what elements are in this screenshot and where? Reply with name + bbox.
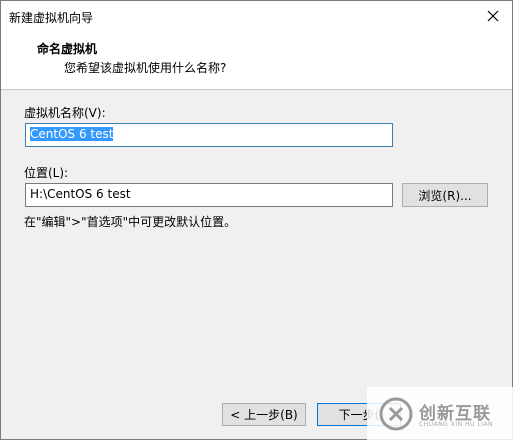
watermark: 创新互联 CHUANG XIN HU LIAN (367, 387, 513, 441)
location-input[interactable]: H:\CentOS 6 test (25, 183, 393, 207)
page-heading: 命名虚拟机 (37, 42, 98, 56)
location-value: H:\CentOS 6 test (30, 187, 131, 201)
title-bar: 新建虚拟机向导 (1, 1, 512, 31)
vm-name-value: CentOS 6 test (30, 127, 114, 141)
location-label: 位置(L): (24, 166, 69, 180)
close-button[interactable] (482, 5, 504, 27)
watermark-subtext: CHUANG XIN HU LIAN (419, 421, 494, 428)
wizard-header: 命名虚拟机 您希望该虚拟机使用什么名称? (1, 31, 512, 90)
back-button[interactable]: < 上一步(B) (222, 403, 306, 426)
new-vm-wizard-dialog: 新建虚拟机向导 命名虚拟机 您希望该虚拟机使用什么名称? 虚拟机名称(V): C… (0, 0, 513, 441)
vm-name-input[interactable]: CentOS 6 test (25, 123, 393, 147)
page-subheading: 您希望该虚拟机使用什么名称? (64, 61, 227, 75)
vm-name-label: 虚拟机名称(V): (24, 106, 106, 120)
close-icon (487, 10, 499, 22)
watermark-logo-icon (379, 397, 413, 431)
browse-button[interactable]: 浏览(R)... (402, 183, 488, 207)
default-location-hint: 在"编辑">"首选项"中可更改默认位置。 (24, 215, 237, 229)
window-title: 新建虚拟机向导 (9, 11, 94, 25)
